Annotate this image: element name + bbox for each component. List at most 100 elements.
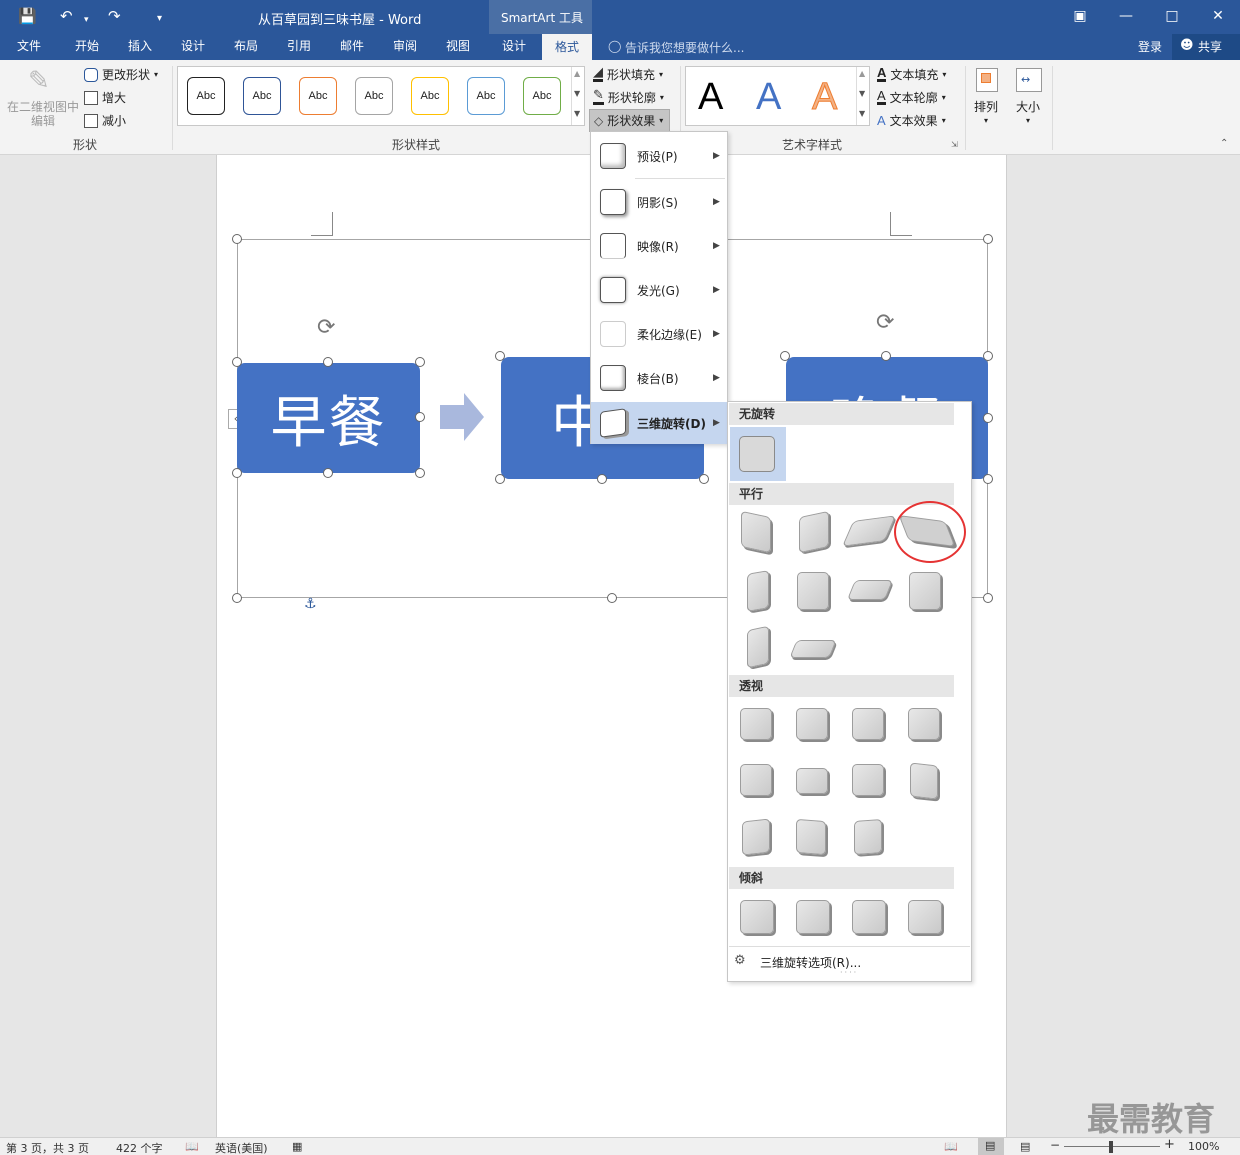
- tab-mailings[interactable]: 邮件: [340, 38, 364, 54]
- collapse-ribbon-icon[interactable]: ⌃: [1220, 138, 1228, 149]
- perspective-tile-8[interactable]: [910, 762, 938, 800]
- menu-item-preset[interactable]: 预设(P) ▶: [591, 136, 727, 176]
- proofing-icon[interactable]: 📖: [185, 1140, 199, 1153]
- shape-outline-button[interactable]: ✎ 形状轮廓 ▾: [593, 89, 664, 106]
- oblique-tile-2[interactable]: [796, 900, 830, 934]
- scroll-up-icon[interactable]: ▲: [574, 69, 580, 78]
- resize-handle[interactable]: [495, 474, 505, 484]
- close-icon[interactable]: ✕: [1210, 8, 1226, 24]
- parallel-tile-7[interactable]: [846, 580, 894, 600]
- perspective-tile-2[interactable]: [796, 708, 828, 740]
- parallel-tile-10[interactable]: [789, 640, 837, 658]
- rotate-handle-icon[interactable]: ⟳: [876, 310, 894, 335]
- parallel-tile-1[interactable]: [741, 510, 771, 554]
- resize-handle[interactable]: [983, 413, 993, 423]
- oblique-tile-3[interactable]: [852, 900, 886, 934]
- resize-handle[interactable]: [415, 468, 425, 478]
- wordart-style-orange[interactable]: A: [811, 75, 837, 119]
- resize-handle[interactable]: [232, 357, 242, 367]
- perspective-tile-11[interactable]: [854, 819, 882, 855]
- parallel-tile-5[interactable]: [747, 570, 769, 612]
- oblique-tile-4[interactable]: [908, 900, 942, 934]
- parallel-tile-6[interactable]: [797, 572, 829, 610]
- zoom-slider-thumb[interactable]: [1109, 1141, 1113, 1153]
- text-effects-button[interactable]: A 文本效果 ▾: [877, 112, 946, 129]
- tab-insert[interactable]: 插入: [128, 38, 152, 54]
- wordart-style-blue[interactable]: A: [756, 75, 781, 119]
- perspective-tile-1[interactable]: [740, 708, 772, 740]
- parallel-tile-8[interactable]: [909, 572, 941, 610]
- undo-dropdown-icon[interactable]: ▾: [84, 11, 89, 29]
- smaller-button[interactable]: 减小: [84, 112, 126, 129]
- maximize-icon[interactable]: □: [1164, 8, 1180, 24]
- gallery-scroll[interactable]: ▲ ▼ ▼: [571, 67, 584, 125]
- change-shape-button[interactable]: 更改形状 ▾: [84, 66, 158, 83]
- perspective-tile-3[interactable]: [852, 708, 884, 740]
- gallery-more-icon[interactable]: ▼: [859, 109, 865, 118]
- resize-handle[interactable]: [780, 351, 790, 361]
- resize-handle[interactable]: [495, 351, 505, 361]
- shape-style-7[interactable]: Abc: [523, 77, 561, 115]
- parallel-tile-3[interactable]: [841, 515, 897, 547]
- text-fill-button[interactable]: A 文本填充 ▾: [877, 66, 946, 83]
- perspective-tile-6[interactable]: [796, 768, 828, 794]
- text-outline-button[interactable]: A 文本轮廓 ▾: [877, 89, 946, 106]
- shape-effects-button[interactable]: ◇ 形状效果 ▾: [589, 109, 671, 132]
- shape-style-3[interactable]: Abc: [299, 77, 337, 115]
- zoom-level[interactable]: 100%: [1188, 1140, 1219, 1153]
- web-layout-icon[interactable]: ▤: [1020, 1140, 1030, 1153]
- resize-handle[interactable]: [607, 593, 617, 603]
- dialog-launcher-icon[interactable]: ⇲: [951, 140, 958, 149]
- tab-references[interactable]: 引用: [287, 38, 311, 54]
- parallel-tile-9[interactable]: [747, 625, 769, 669]
- resize-handle[interactable]: [323, 468, 333, 478]
- arrange-button[interactable]: 排列 ▾: [970, 64, 1004, 128]
- undo-icon[interactable]: ↶: [60, 7, 73, 25]
- wordart-scroll[interactable]: ▲ ▼ ▼: [856, 67, 869, 125]
- tab-view[interactable]: 视图: [446, 38, 470, 54]
- larger-button[interactable]: 增大: [84, 89, 126, 106]
- menu-item-soft-edges[interactable]: 柔化边缘(E) ▶: [591, 314, 727, 354]
- resize-handle[interactable]: [983, 593, 993, 603]
- login-link[interactable]: 登录: [1138, 38, 1162, 55]
- scroll-up-icon[interactable]: ▲: [859, 69, 865, 78]
- parallel-tile-2[interactable]: [799, 510, 829, 554]
- menu-item-glow[interactable]: 发光(G) ▶: [591, 270, 727, 310]
- read-mode-icon[interactable]: 📖: [944, 1140, 958, 1153]
- resize-handle[interactable]: [232, 234, 242, 244]
- ribbon-display-icon[interactable]: ▣: [1072, 8, 1088, 24]
- resize-handle[interactable]: [699, 474, 709, 484]
- resize-handle[interactable]: [232, 593, 242, 603]
- resize-handle[interactable]: [983, 351, 993, 361]
- shape-style-1[interactable]: Abc: [187, 77, 225, 115]
- menu-item-reflection[interactable]: 映像(R) ▶: [591, 226, 727, 266]
- perspective-tile-7[interactable]: [852, 764, 884, 796]
- tab-layout[interactable]: 布局: [234, 38, 258, 54]
- tab-design[interactable]: 设计: [181, 38, 205, 54]
- word-count[interactable]: 422 个字: [116, 1140, 163, 1155]
- page-count[interactable]: 第 3 页，共 3 页: [6, 1140, 89, 1155]
- shape-style-4[interactable]: Abc: [355, 77, 393, 115]
- oblique-tile-1[interactable]: [740, 900, 774, 934]
- language[interactable]: 英语(美国): [215, 1140, 268, 1155]
- resize-handle[interactable]: [415, 412, 425, 422]
- macro-icon[interactable]: ▦: [292, 1140, 302, 1153]
- tab-home[interactable]: 开始: [75, 38, 99, 54]
- save-icon[interactable]: 💾: [18, 7, 37, 25]
- tab-review[interactable]: 审阅: [393, 38, 417, 54]
- edit-in-2d-button[interactable]: ✎ 在二维视图中编辑: [4, 64, 80, 134]
- resize-handle[interactable]: [597, 474, 607, 484]
- resize-handle[interactable]: [415, 357, 425, 367]
- rotate-handle-icon[interactable]: ⟳: [317, 315, 335, 340]
- tab-smartart-design[interactable]: 设计: [502, 38, 526, 54]
- shape-fill-button[interactable]: ◢ 形状填充 ▾: [593, 66, 663, 83]
- tab-format-active[interactable]: 格式: [542, 34, 592, 60]
- size-button[interactable]: ↔ 大小 ▾: [1012, 64, 1046, 128]
- menu-item-bevel[interactable]: 棱台(B) ▶: [591, 358, 727, 398]
- resize-handle[interactable]: [881, 351, 891, 361]
- resize-handle[interactable]: [983, 234, 993, 244]
- resize-handle[interactable]: [983, 474, 993, 484]
- perspective-tile-10[interactable]: [796, 818, 826, 856]
- resize-handle[interactable]: [232, 468, 242, 478]
- resize-grip-icon[interactable]: ····: [840, 968, 858, 977]
